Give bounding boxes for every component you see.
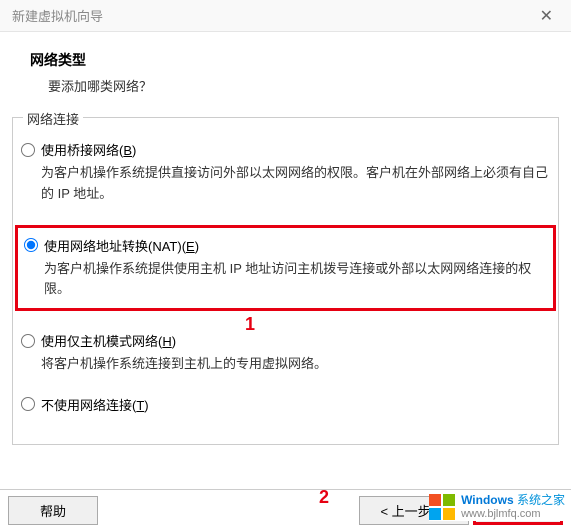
network-fieldset: 网络连接 使用桥接网络(B) 为客户机操作系统提供直接访问外部以太网网络的权限。… [12,117,559,445]
radio-none-label: 不使用网络连接(T) [41,395,149,414]
radio-none[interactable] [21,397,35,411]
radio-hostonly[interactable] [21,334,35,348]
page-title: 网络类型 [30,50,541,70]
window-title: 新建虚拟机向导 [12,6,103,25]
watermark-brand: Windows [461,493,514,507]
help-button[interactable]: 帮助 [8,496,98,525]
radio-bridged-label: 使用桥接网络(B) [41,140,136,159]
fieldset-legend: 网络连接 [23,109,83,128]
watermark-url: www.bjlmfq.com [461,508,565,521]
radio-nat-label: 使用网络地址转换(NAT)(E) [44,236,199,255]
watermark-text: Windows 系统之家 www.bjlmfq.com [461,493,565,521]
option-bridged[interactable]: 使用桥接网络(B) 为客户机操作系统提供直接访问外部以太网网络的权限。客户机在外… [21,140,550,205]
close-icon[interactable]: ✕ [534,6,559,26]
page-subtitle: 要添加哪类网络？ [48,76,541,95]
radio-bridged-desc: 为客户机操作系统提供直接访问外部以太网网络的权限。客户机在外部网络上必须有自己的… [41,163,550,205]
windows-logo-icon [429,494,455,520]
annotation-1: 1 [245,314,255,335]
radio-hostonly-label: 使用仅主机模式网络(H) [41,331,176,350]
radio-nat-desc: 为客户机操作系统提供使用主机 IP 地址访问主机拨号连接或外部以太网网络连接的权… [44,259,547,301]
watermark-suffix: 系统之家 [517,493,565,507]
header-section: 网络类型 要添加哪类网络？ [0,32,571,109]
option-none[interactable]: 不使用网络连接(T) [21,395,550,414]
option-nat[interactable]: 使用网络地址转换(NAT)(E) 为客户机操作系统提供使用主机 IP 地址访问主… [15,225,556,312]
radio-nat[interactable] [24,238,38,252]
titlebar: 新建虚拟机向导 ✕ [0,0,571,32]
radio-hostonly-desc: 将客户机操作系统连接到主机上的专用虚拟网络。 [41,354,550,375]
option-hostonly[interactable]: 使用仅主机模式网络(H) 将客户机操作系统连接到主机上的专用虚拟网络。 [21,331,550,375]
radio-bridged[interactable] [21,143,35,157]
watermark: Windows 系统之家 www.bjlmfq.com [429,493,565,521]
